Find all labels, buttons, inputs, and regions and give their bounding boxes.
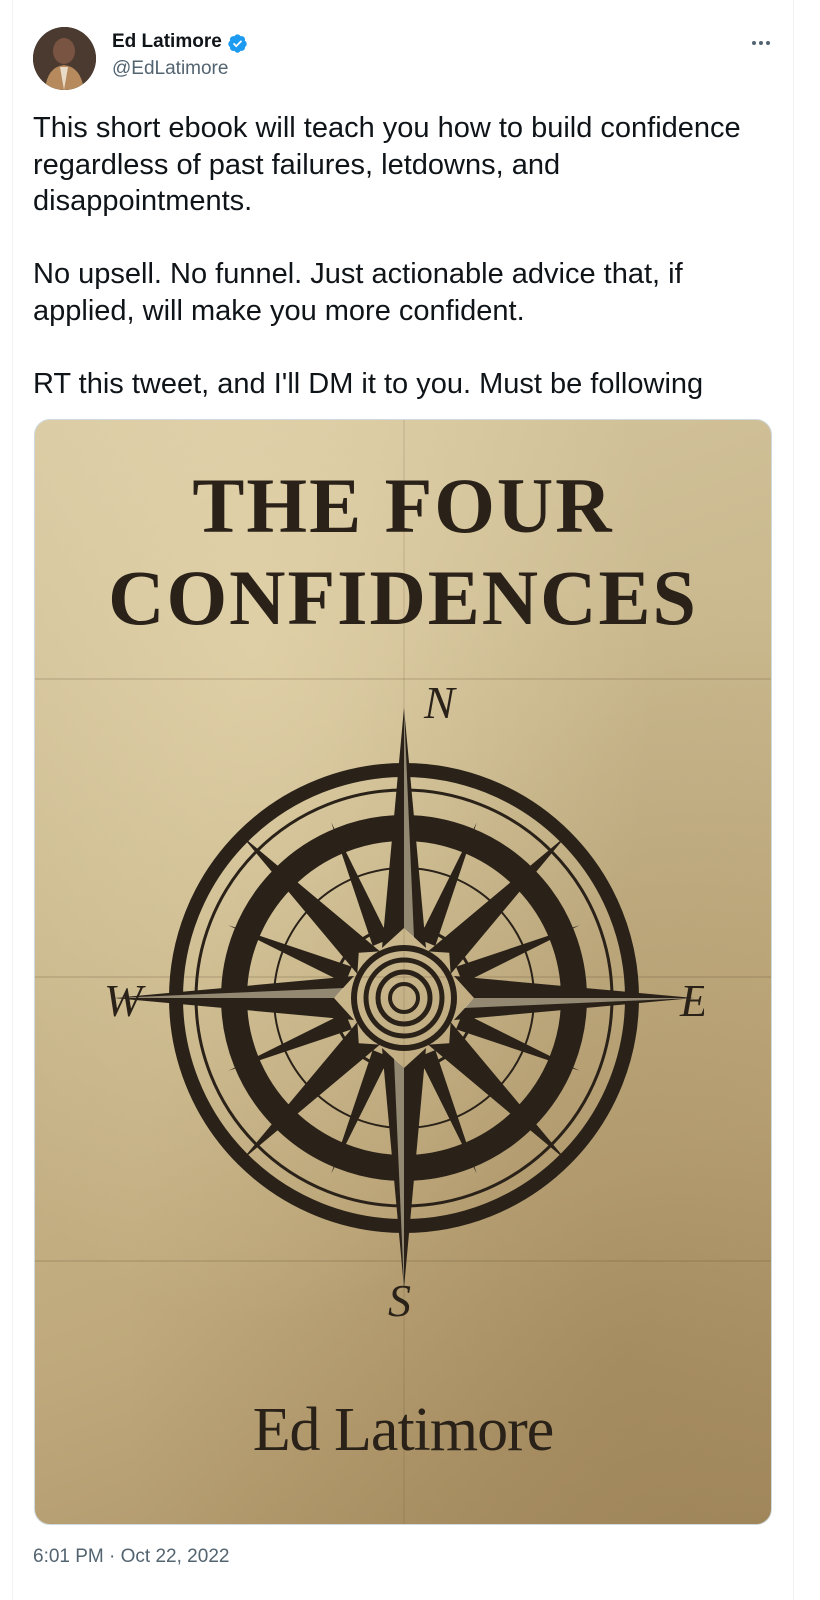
timestamp-separator: · (103, 1546, 121, 1567)
compass-rose-icon: N E S W (104, 677, 704, 1326)
avatar-image (33, 27, 96, 90)
tweet-text: This short ebook will teach you how to b… (33, 110, 778, 402)
book-title-line: THE FOUR (192, 462, 614, 549)
tweet-media-image[interactable]: THE FOUR CONFIDENCES N S W Ed Latimore (34, 419, 772, 1525)
book-author: Ed Latimore (252, 1396, 555, 1464)
more-options-icon[interactable] (748, 30, 774, 56)
tweet-paragraph: This short ebook will teach you how to b… (33, 112, 741, 217)
tweet-timestamp: 6:01 PM · Oct 22, 2022 (33, 1546, 229, 1568)
tweet-paragraph: No upsell. No funnel. Just actionable ad… (33, 258, 683, 327)
tweet-paragraph: RT this tweet, and I'll DM it to you. Mu… (33, 367, 704, 400)
author-handle[interactable]: @EdLatimore (112, 58, 228, 80)
tweet-time-link[interactable]: 6:01 PM (33, 1546, 104, 1567)
author-avatar[interactable] (33, 27, 96, 90)
book-title: THE FOUR CONFIDENCES (35, 460, 771, 644)
compass-label-n: N (423, 677, 457, 728)
compass-label-w: W (104, 975, 146, 1026)
tweet-date-link[interactable]: Oct 22, 2022 (121, 1546, 230, 1567)
compass-label-s: S (388, 1275, 411, 1326)
verified-badge-icon (228, 34, 247, 53)
book-title-line: CONFIDENCES (108, 554, 698, 641)
author-name[interactable]: Ed Latimore (112, 31, 222, 53)
compass-label-e: E (679, 975, 704, 1026)
